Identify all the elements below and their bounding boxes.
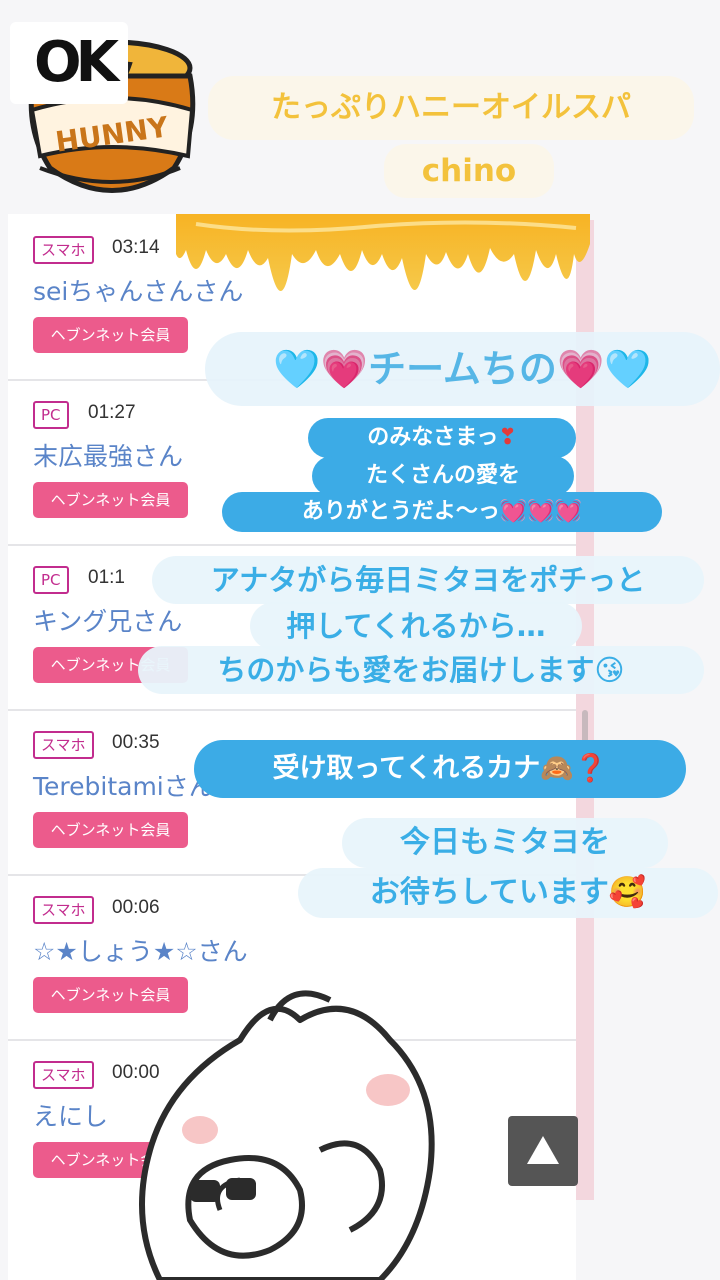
device-badge: スマホ: [33, 236, 94, 264]
screen: スマホ 03:14 seiちゃんさんさん ヘブンネット会員 PC 01:27 末…: [0, 0, 720, 1280]
thanks-text-1: のみなさまっ: [367, 425, 499, 450]
pink-heart-icon: 💗: [556, 347, 605, 391]
thanks-line-1: のみなさまっ❣: [308, 418, 576, 458]
shop-name: chino: [384, 144, 554, 198]
heart-pulse-icon: 💓: [554, 499, 583, 524]
scroll-top-button[interactable]: [508, 1116, 578, 1186]
receive-message: 受け取ってくれるカナ🙈❓: [194, 740, 686, 798]
team-banner: 🩵💗チームちの💗🩵: [205, 332, 720, 406]
blue-heart-icon: 🩵: [604, 347, 652, 391]
device-badge: スマホ: [33, 731, 94, 759]
kiss-face-icon: 😘: [594, 653, 625, 687]
member-badge: ヘブンネット会員: [33, 482, 188, 518]
pink-heart-icon: 💗: [320, 347, 369, 391]
heart-pulse-icon: 💓: [499, 499, 528, 524]
love-line-2: 押してくれるから…: [250, 602, 582, 650]
visitor-name[interactable]: Terebitamiさん: [33, 767, 214, 803]
thanks-message: のみなさまっ❣ たくさんの愛を ありがとうだよ〜っ💓💓💓: [222, 418, 662, 536]
visit-time: 01:27: [88, 402, 136, 423]
visit-time: 00:06: [112, 897, 160, 918]
heart-pulse-icon: 💓: [527, 499, 555, 524]
love-message: アナタがら毎日ミタヨをポチっと 押してくれるから… ちのからも愛をお届けします😘: [138, 556, 704, 696]
ok-badge: OK: [10, 22, 128, 104]
visit-time: 01:1: [88, 567, 125, 588]
love-line-1: アナタがら毎日ミタヨをポチっと: [152, 556, 704, 604]
question-mark-icon: ❓: [573, 753, 608, 784]
receive-text: 受け取ってくれるカナ: [272, 753, 541, 784]
cat-sticker-icon: [139, 990, 435, 1280]
team-text: チームちの: [368, 347, 557, 391]
wait-line-2: お待ちしています🥰: [298, 868, 718, 918]
device-badge: スマホ: [33, 896, 94, 924]
heart-exclamation-icon: ❣: [498, 425, 517, 450]
device-badge: PC: [33, 566, 69, 594]
visit-time: 00:35: [112, 732, 160, 753]
thanks-line-3: ありがとうだよ〜っ💓💓💓: [222, 492, 662, 532]
member-badge: ヘブンネット会員: [33, 812, 188, 848]
visit-time: 03:14: [112, 237, 160, 258]
triangle-up-icon: [527, 1136, 559, 1164]
wait-text-2: お待ちしています: [369, 875, 609, 910]
see-no-evil-monkey-icon: 🙈: [540, 753, 574, 784]
visitor-name[interactable]: 末広最強さん: [33, 437, 183, 473]
thanks-text-3: ありがとうだよ〜っ: [301, 499, 500, 524]
honey-drip-icon: [176, 214, 590, 292]
visitor-name[interactable]: ☆★しょう★☆さん: [33, 932, 248, 968]
shop-title: たっぷりハニーオイルスパ: [208, 76, 694, 140]
device-badge: スマホ: [33, 1061, 94, 1089]
blue-heart-icon: 🩵: [273, 347, 321, 391]
smiling-face-hearts-icon: 🥰: [608, 875, 647, 910]
device-badge: PC: [33, 401, 69, 429]
thanks-line-2: たくさんの愛を: [312, 456, 574, 496]
ok-text: OK: [34, 30, 119, 95]
member-badge: ヘブンネット会員: [33, 317, 188, 353]
wait-line-1: 今日もミタヨを: [342, 818, 668, 868]
visitor-name[interactable]: えにし: [33, 1097, 108, 1133]
love-line-3: ちのからも愛をお届けします😘: [138, 646, 704, 694]
wait-message: 今日もミタヨを お待ちしています🥰: [298, 818, 718, 930]
love-text-3: ちのからも愛をお届けします: [217, 653, 595, 687]
